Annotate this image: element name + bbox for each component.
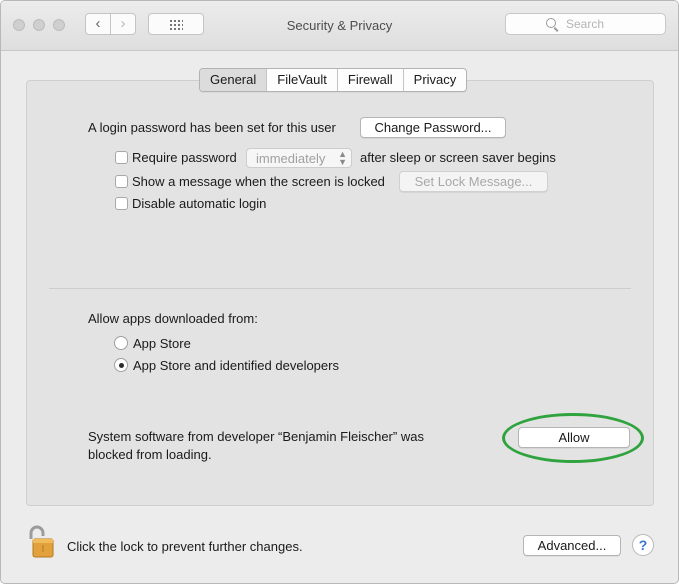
show-message-checkbox[interactable] (115, 175, 128, 188)
radio-identified-developers-label: App Store and identified developers (133, 358, 339, 373)
disable-auto-login-checkbox[interactable] (115, 197, 128, 210)
tab-bar: General FileVault Firewall Privacy (199, 68, 468, 92)
tab-general[interactable]: General (200, 69, 268, 91)
title-bar: ‹ › Security & Privacy Search (1, 1, 678, 51)
blocked-software-line1: System software from developer “Benjamin… (88, 429, 424, 444)
section-divider (49, 288, 631, 289)
radio-app-store-label: App Store (133, 336, 191, 351)
after-sleep-text: after sleep or screen saver begins (360, 150, 556, 165)
help-icon[interactable]: ? (632, 534, 654, 556)
show-message-label: Show a message when the screen is locked (132, 174, 385, 189)
window: ‹ › Security & Privacy Search General Fi… (0, 0, 679, 584)
updown-arrows-icon: ▲ ▼ (338, 149, 347, 167)
search-icon (546, 18, 556, 28)
lock-instruction-text: Click the lock to prevent further change… (67, 539, 303, 554)
radio-identified-developers[interactable] (114, 358, 128, 372)
highlight-annotation (502, 413, 644, 463)
radio-app-store[interactable] (114, 336, 128, 350)
disable-auto-login-label: Disable automatic login (132, 196, 267, 211)
require-password-delay-popup[interactable]: immediately ▲ ▼ (246, 148, 352, 168)
set-lock-message-button[interactable]: Set Lock Message... (399, 171, 548, 192)
tab-filevault[interactable]: FileVault (267, 69, 338, 91)
require-password-delay-value: immediately (256, 151, 326, 166)
require-password-checkbox[interactable] (115, 151, 128, 164)
advanced-button[interactable]: Advanced... (523, 535, 621, 556)
change-password-button[interactable]: Change Password... (360, 117, 506, 138)
tab-privacy[interactable]: Privacy (404, 69, 467, 91)
search-field[interactable]: Search (505, 13, 666, 35)
tab-firewall[interactable]: Firewall (338, 69, 404, 91)
require-password-label: Require password (132, 150, 237, 165)
login-password-text: A login password has been set for this u… (88, 120, 336, 135)
search-placeholder: Search (566, 17, 605, 31)
allow-apps-heading: Allow apps downloaded from: (88, 311, 258, 326)
padlock-open-icon[interactable] (27, 525, 59, 559)
blocked-software-line2: blocked from loading. (88, 447, 212, 462)
